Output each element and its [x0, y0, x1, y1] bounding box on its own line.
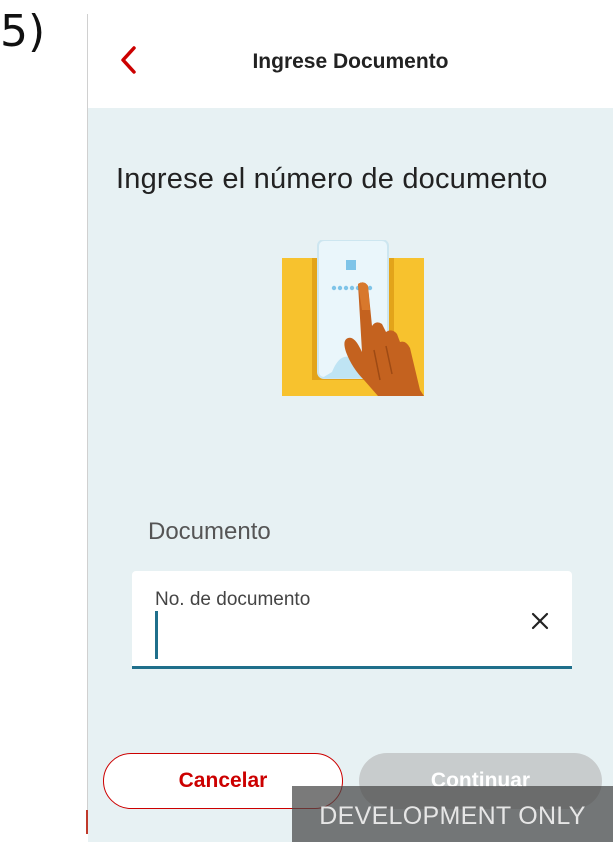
- development-only-banner: DEVELOPMENT ONLY: [292, 786, 613, 842]
- close-icon: [531, 612, 549, 630]
- main-content: Ingrese el número de documento Documento…: [88, 108, 613, 842]
- document-input-placeholder: No. de documento: [155, 589, 311, 610]
- app-header: Ingrese Documento: [88, 14, 613, 108]
- document-touch-illustration: [282, 239, 424, 396]
- step-number-label: 5): [0, 6, 46, 57]
- text-cursor: [155, 611, 158, 659]
- document-number-input[interactable]: No. de documento: [132, 571, 572, 669]
- page-title: Ingrese el número de documento: [116, 163, 548, 195]
- document-field-label: Documento: [148, 518, 271, 545]
- clear-input-button[interactable]: [528, 609, 552, 633]
- header-title: Ingrese Documento: [252, 50, 449, 73]
- screen: 5) Ingrese Documento Ingrese el número d…: [0, 0, 613, 842]
